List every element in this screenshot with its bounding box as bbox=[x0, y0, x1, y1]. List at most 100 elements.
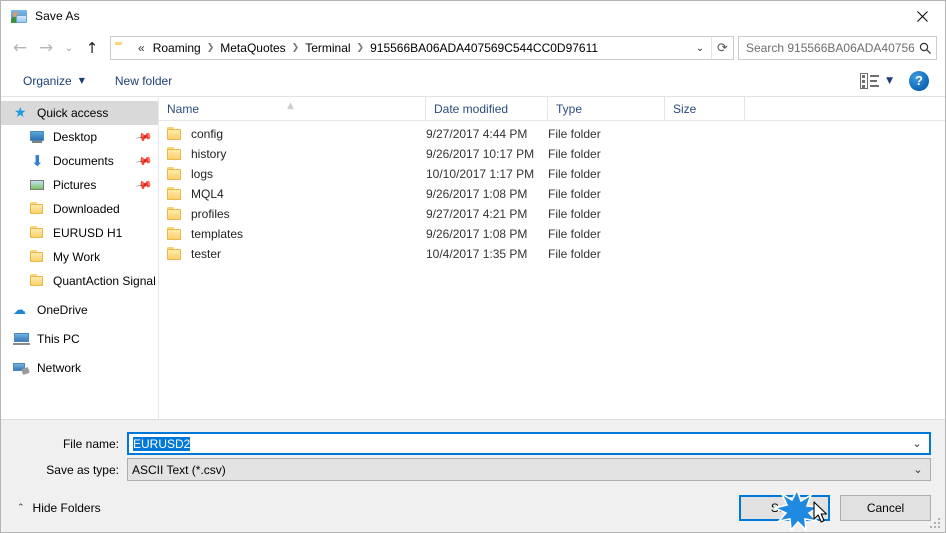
file-name-label: logs bbox=[191, 167, 214, 181]
up-arrow-icon: ↑ bbox=[85, 38, 99, 57]
sidebar-item-quick-access[interactable]: ★ Quick access bbox=[1, 101, 158, 125]
table-row[interactable]: MQL4 9/26/2017 1:08 PM File folder bbox=[159, 184, 945, 204]
save-as-icon bbox=[11, 8, 27, 24]
help-button[interactable]: ? bbox=[909, 70, 929, 91]
save-form: File name: EURUSD2 ⌄ Save as type: ASCII… bbox=[1, 420, 945, 484]
folder-icon bbox=[115, 41, 131, 55]
new-folder-label: New folder bbox=[114, 73, 173, 88]
sidebar-item-this-pc[interactable]: This PC bbox=[1, 327, 158, 351]
file-type-cell: File folder bbox=[548, 227, 601, 241]
file-date-cell: 10/10/2017 1:17 PM bbox=[426, 167, 535, 181]
sidebar-item-desktop[interactable]: Desktop 📌 bbox=[1, 125, 158, 149]
recent-locations-button[interactable]: ⌄ bbox=[59, 35, 79, 61]
save-as-type-select[interactable]: ASCII Text (*.csv) ⌄ bbox=[127, 458, 931, 481]
sidebar-item-label: Documents bbox=[53, 154, 114, 168]
address-dropdown-button[interactable]: ⌄ bbox=[689, 37, 711, 59]
breadcrumb-item-instance[interactable]: 915566BA06ADA407569C544CC0D97611 bbox=[365, 39, 603, 57]
column-header-type[interactable]: Type bbox=[548, 96, 665, 121]
file-type-cell: File folder bbox=[548, 147, 601, 161]
up-button[interactable]: ↑ bbox=[79, 35, 105, 61]
sidebar-item-quantaction-signal[interactable]: QuantAction Signal bbox=[1, 269, 158, 293]
organize-button[interactable]: Organize ▼ bbox=[15, 70, 93, 92]
sidebar-item-eurusd-h1[interactable]: EURUSD H1 bbox=[1, 221, 158, 245]
breadcrumb-item-roaming[interactable]: Roaming bbox=[148, 39, 206, 57]
column-header-date-modified[interactable]: Date modified bbox=[426, 96, 548, 121]
folder-icon bbox=[167, 207, 183, 221]
file-name-label: MQL4 bbox=[191, 187, 224, 201]
folder-icon bbox=[29, 249, 47, 265]
file-name-cell: profiles bbox=[159, 207, 426, 221]
sidebar-item-pictures[interactable]: Pictures 📌 bbox=[1, 173, 158, 197]
download-icon: ⬇ bbox=[31, 152, 44, 170]
view-options-button[interactable]: ▼ bbox=[852, 69, 909, 93]
file-name-cell: history bbox=[159, 147, 426, 161]
file-date-cell: 9/26/2017 1:08 PM bbox=[426, 187, 528, 201]
breadcrumb-item-metaquotes[interactable]: MetaQuotes bbox=[215, 39, 290, 57]
sidebar-item-label: OneDrive bbox=[37, 303, 88, 317]
file-name-label: tester bbox=[191, 247, 222, 261]
address-bar[interactable]: « Roaming ❯ MetaQuotes ❯ Terminal ❯ 9155… bbox=[110, 36, 734, 60]
breadcrumb-item-terminal[interactable]: Terminal bbox=[300, 39, 355, 57]
pin-icon: 📌 bbox=[134, 176, 153, 195]
monitor-icon bbox=[29, 129, 47, 145]
folder-icon bbox=[29, 201, 47, 217]
breadcrumb-separator-icon: ❯ bbox=[206, 43, 215, 53]
refresh-button[interactable]: ⟳ bbox=[711, 37, 733, 59]
chevron-down-icon[interactable]: ⌄ bbox=[905, 437, 929, 450]
table-row[interactable]: templates 9/26/2017 1:08 PM File folder bbox=[159, 224, 945, 244]
breadcrumb-separator-icon: ❯ bbox=[291, 43, 300, 53]
hide-folders-button[interactable]: ⌃ Hide Folders bbox=[11, 497, 107, 519]
cancel-button-label: Cancel bbox=[866, 501, 905, 515]
column-header-name[interactable]: Name ▲ bbox=[159, 96, 426, 121]
table-row[interactable]: config 9/27/2017 4:44 PM File folder bbox=[159, 124, 945, 144]
save-as-type-value: ASCII Text (*.csv) bbox=[132, 462, 226, 477]
file-name-selected-text: EURUSD2 bbox=[133, 436, 191, 451]
file-name-cell: tester bbox=[159, 247, 426, 261]
cancel-button[interactable]: Cancel bbox=[840, 495, 931, 521]
sidebar-item-downloaded[interactable]: Downloaded bbox=[1, 197, 158, 221]
window-title: Save As bbox=[35, 9, 80, 23]
navigation-pane: ★ Quick access Desktop 📌 ⬇ Documents 📌 P… bbox=[1, 97, 159, 419]
save-as-dialog: Save As ← → ⌄ ↑ « Roaming ❯ MetaQuotes ❯… bbox=[0, 0, 946, 533]
save-button[interactable]: Save bbox=[739, 495, 830, 521]
breadcrumb[interactable]: « Roaming ❯ MetaQuotes ❯ Terminal ❯ 9155… bbox=[111, 39, 689, 57]
resize-grip[interactable] bbox=[928, 516, 940, 528]
search-input[interactable]: Search 915566BA06ADA40756... bbox=[746, 41, 914, 55]
help-icon: ? bbox=[915, 73, 923, 88]
sidebar-item-documents[interactable]: ⬇ Documents 📌 bbox=[1, 149, 158, 173]
sidebar-item-network[interactable]: Network bbox=[1, 356, 158, 380]
chevron-down-icon[interactable]: ⌄ bbox=[906, 463, 930, 476]
search-box[interactable]: Search 915566BA06ADA40756... bbox=[738, 36, 937, 60]
pin-icon: 📌 bbox=[134, 152, 153, 171]
forward-button[interactable]: → bbox=[33, 35, 59, 61]
table-row[interactable]: tester 10/4/2017 1:35 PM File folder bbox=[159, 244, 945, 264]
table-row[interactable]: profiles 9/27/2017 4:21 PM File folder bbox=[159, 204, 945, 224]
sort-ascending-icon: ▲ bbox=[287, 100, 294, 111]
back-arrow-icon: ← bbox=[12, 37, 28, 58]
chevron-down-icon: ▼ bbox=[78, 76, 85, 85]
file-name-cell: templates bbox=[159, 227, 426, 241]
file-name-label: templates bbox=[191, 227, 244, 241]
breadcrumb-separator-icon: ❯ bbox=[356, 43, 365, 53]
breadcrumb-overflow[interactable]: « bbox=[135, 39, 148, 57]
new-folder-button[interactable]: New folder bbox=[107, 70, 180, 92]
hide-folders-label: Hide Folders bbox=[32, 501, 101, 515]
file-name-label: history bbox=[191, 147, 227, 161]
folder-icon bbox=[29, 225, 47, 241]
back-button[interactable]: ← bbox=[7, 35, 33, 61]
file-name-value[interactable]: EURUSD2 bbox=[129, 436, 905, 451]
folder-icon bbox=[167, 147, 183, 161]
file-rows: config 9/27/2017 4:44 PM File folder his… bbox=[159, 121, 945, 419]
sidebar-item-my-work[interactable]: My Work bbox=[1, 245, 158, 269]
file-list-pane: Name ▲ Date modified Type Size config 9/… bbox=[159, 96, 945, 419]
close-button[interactable] bbox=[899, 1, 945, 31]
table-row[interactable]: logs 10/10/2017 1:17 PM File folder bbox=[159, 164, 945, 184]
file-name-input[interactable]: EURUSD2 ⌄ bbox=[127, 432, 931, 455]
close-icon bbox=[916, 10, 928, 22]
file-date-cell: 9/27/2017 4:21 PM bbox=[426, 207, 528, 221]
pictures-icon bbox=[29, 177, 47, 193]
sidebar-item-onedrive[interactable]: ☁ OneDrive bbox=[1, 298, 158, 322]
column-header-size[interactable]: Size bbox=[665, 96, 745, 121]
table-row[interactable]: history 9/26/2017 10:17 PM File folder bbox=[159, 144, 945, 164]
dialog-footer: ⌃ Hide Folders Save Cancel bbox=[1, 484, 945, 532]
